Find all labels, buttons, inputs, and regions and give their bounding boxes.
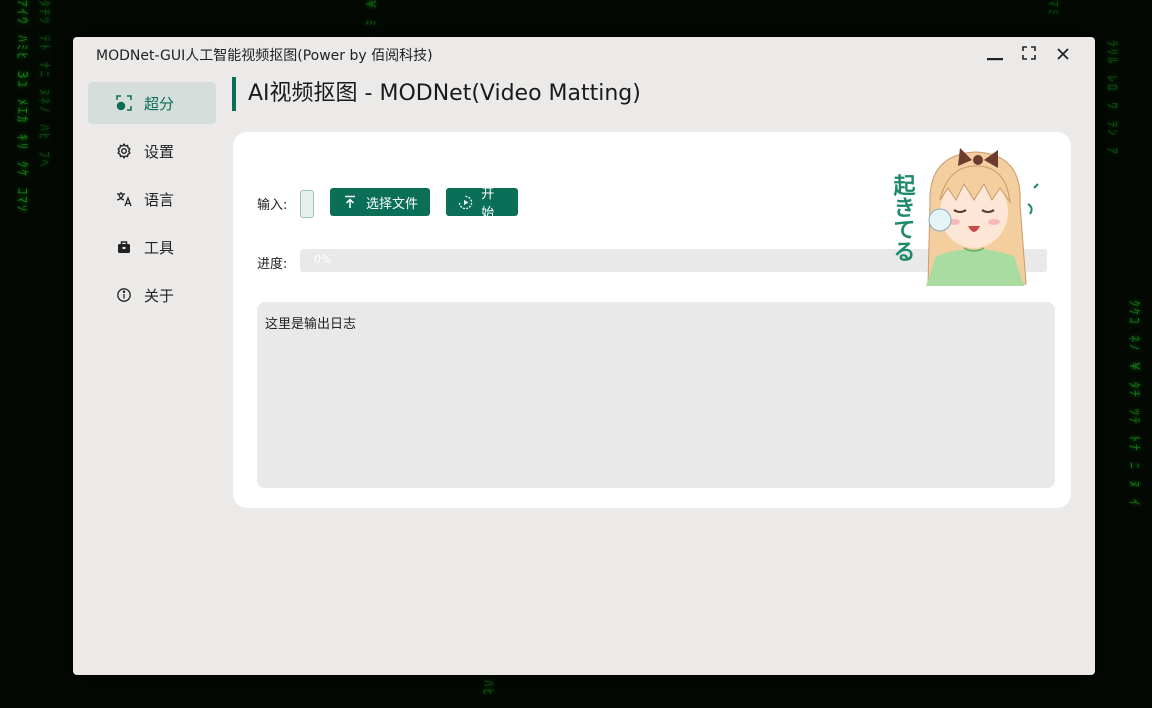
sidebar-item-super-resolution[interactable]: 超分 — [88, 82, 216, 124]
output-log[interactable]: 这里是输出日志 — [257, 302, 1055, 488]
maximize-icon — [1022, 46, 1036, 60]
anime-girl-sticker: 起きてる — [890, 148, 1039, 286]
matrix-column: ﾊﾋ — [480, 680, 495, 697]
maximize-button[interactable] — [1017, 45, 1041, 67]
input-label: 输入: — [257, 198, 288, 213]
sidebar-item-label: 超分 — [144, 94, 175, 113]
matrix-column: ｸｹｺ ﾈﾉ ¥ ﾀﾁ ﾂﾃ ﾄﾅ ﾆ ﾇ ｲ — [1126, 300, 1141, 508]
page-title: AI视频抠图 - MODNet(Video Matting) — [232, 77, 641, 111]
info-icon — [116, 287, 132, 303]
sidebar-item-label: 关于 — [144, 286, 175, 305]
log-text: 这里是输出日志 — [265, 317, 357, 332]
close-button[interactable] — [1051, 45, 1075, 67]
sidebar-item-tools[interactable]: 工具 — [88, 226, 216, 268]
select-file-button[interactable]: 选择文件 — [330, 188, 430, 216]
progress-text: 0% — [314, 253, 332, 266]
matrix-column: ﾗﾘﾙ ﾚﾛ ﾜ ｦﾝ ｱ — [1104, 40, 1119, 156]
gear-icon — [116, 143, 132, 159]
sidebar-item-label: 设置 — [144, 142, 175, 161]
translate-icon — [116, 191, 132, 207]
upload-icon — [342, 194, 358, 210]
toolbox-icon — [116, 239, 132, 255]
sidebar-item-label: 工具 — [144, 238, 175, 257]
matrix-column: ﾀﾁﾂ ﾃﾄ ﾅﾆ ﾇﾈﾉ ﾊﾋ ﾌﾍ — [36, 0, 51, 169]
title-bar[interactable]: MODNet-GUI人工智能视频抠图(Power by 佰阅科技) — [73, 37, 1095, 71]
input-path-field[interactable] — [300, 190, 314, 218]
minimize-icon — [987, 58, 1003, 61]
start-label: 开始 — [481, 187, 495, 221]
main-card: 输入: 选择文件 开始 进度: 0% 这里是输出日志 起きてる — [233, 132, 1071, 508]
app-window: MODNet-GUI人工智能视频抠图(Power by 佰阅科技) 超分 设置 … — [73, 37, 1095, 675]
play-circle-icon — [458, 194, 473, 210]
sticker-text: 起きてる — [890, 174, 917, 262]
select-file-label: 选择文件 — [366, 196, 419, 212]
sidebar: 超分 设置 语言 工具 关于 — [88, 82, 216, 322]
start-button[interactable]: 开始 — [446, 187, 518, 221]
matrix-column: ｱｲｳ ﾊﾐﾋ 3ﾕ ﾒｴｶ ｷﾘ ｸｹ ｺﾏｿ — [14, 0, 29, 214]
sidebar-item-language[interactable]: 语言 — [88, 178, 216, 220]
matrix-column: ﾏﾐ — [1045, 0, 1060, 17]
image-enhance-icon — [116, 95, 132, 111]
window-title: MODNet-GUI人工智能视频抠图(Power by 佰阅科技) — [96, 48, 433, 64]
sidebar-item-about[interactable]: 关于 — [88, 274, 216, 316]
sidebar-item-settings[interactable]: 设置 — [88, 130, 216, 172]
sidebar-item-label: 语言 — [144, 190, 175, 209]
minimize-button[interactable] — [983, 45, 1007, 67]
close-icon — [1057, 48, 1069, 60]
progress-label: 进度: — [257, 257, 288, 272]
